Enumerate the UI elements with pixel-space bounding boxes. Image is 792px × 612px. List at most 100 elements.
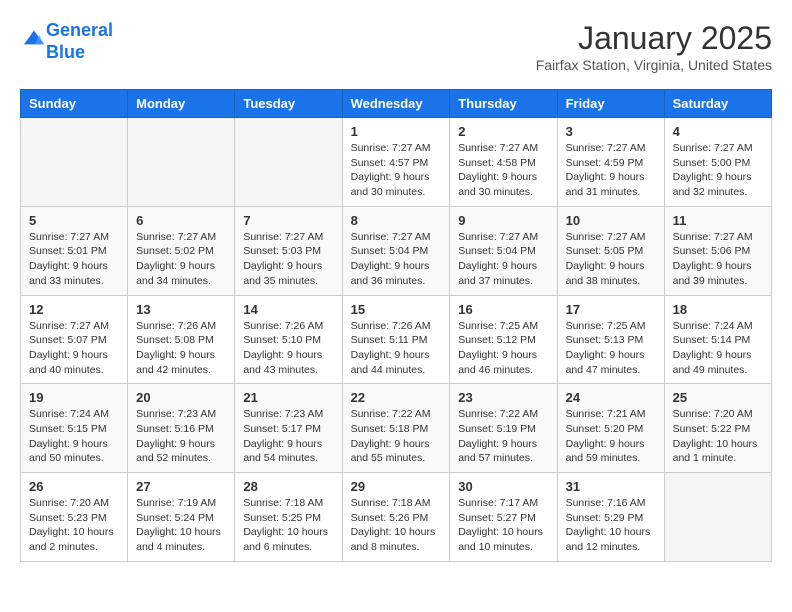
calendar-cell: 29 Sunrise: 7:18 AM Sunset: 5:26 PM Dayli…: [342, 473, 450, 562]
calendar-cell: 22 Sunrise: 7:22 AM Sunset: 5:18 PM Dayli…: [342, 384, 450, 473]
day-number: 1: [351, 124, 442, 139]
day-info: Sunrise: 7:27 AM Sunset: 5:05 PM Dayligh…: [566, 230, 656, 289]
day-number: 13: [136, 302, 226, 317]
day-number: 17: [566, 302, 656, 317]
page-header: General Blue January 2025 Fairfax Statio…: [20, 20, 772, 73]
day-number: 21: [243, 390, 333, 405]
day-number: 15: [351, 302, 442, 317]
calendar-cell: 18 Sunrise: 7:24 AM Sunset: 5:14 PM Dayli…: [664, 295, 771, 384]
calendar-cell: 15 Sunrise: 7:26 AM Sunset: 5:11 PM Dayli…: [342, 295, 450, 384]
day-info: Sunrise: 7:27 AM Sunset: 5:07 PM Dayligh…: [29, 319, 119, 378]
day-number: 24: [566, 390, 656, 405]
calendar-cell: [21, 118, 128, 207]
day-number: 8: [351, 213, 442, 228]
day-number: 29: [351, 479, 442, 494]
calendar-cell: 27Sunrise: 7:19 AM Sunset: 5:24 PM Dayli…: [128, 473, 235, 562]
weekday-header: Tuesday: [235, 90, 342, 118]
logo-icon: [22, 29, 46, 49]
calendar-cell: [664, 473, 771, 562]
day-info: Sunrise: 7:27 AM Sunset: 5:00 PM Dayligh…: [673, 141, 763, 200]
weekday-header: Monday: [128, 90, 235, 118]
calendar-cell: 21 Sunrise: 7:23 AM Sunset: 5:17 PM Dayli…: [235, 384, 342, 473]
day-info: Sunrise: 7:18 AM Sunset: 5:26 PM Dayligh…: [351, 496, 442, 555]
day-number: 5: [29, 213, 119, 228]
day-info: Sunrise: 7:23 AM Sunset: 5:17 PM Dayligh…: [243, 407, 333, 466]
weekday-header: Wednesday: [342, 90, 450, 118]
calendar-cell: 6Sunrise: 7:27 AM Sunset: 5:02 PM Daylig…: [128, 206, 235, 295]
calendar-cell: 14 Sunrise: 7:26 AM Sunset: 5:10 PM Dayli…: [235, 295, 342, 384]
day-number: 20: [136, 390, 226, 405]
calendar-cell: [235, 118, 342, 207]
day-number: 23: [458, 390, 548, 405]
day-info: Sunrise: 7:27 AM Sunset: 4:58 PM Dayligh…: [458, 141, 548, 200]
calendar-cell: 26 Sunrise: 7:20 AM Sunset: 5:23 PM Dayli…: [21, 473, 128, 562]
day-info: Sunrise: 7:24 AM Sunset: 5:15 PM Dayligh…: [29, 407, 119, 466]
calendar-cell: 12Sunrise: 7:27 AM Sunset: 5:07 PM Dayli…: [21, 295, 128, 384]
day-number: 14: [243, 302, 333, 317]
day-number: 2: [458, 124, 548, 139]
day-info: Sunrise: 7:17 AM Sunset: 5:27 PM Dayligh…: [458, 496, 548, 555]
calendar-cell: 30Sunrise: 7:17 AM Sunset: 5:27 PM Dayli…: [450, 473, 557, 562]
day-number: 26: [29, 479, 119, 494]
day-number: 25: [673, 390, 763, 405]
day-info: Sunrise: 7:18 AM Sunset: 5:25 PM Dayligh…: [243, 496, 333, 555]
day-info: Sunrise: 7:26 AM Sunset: 5:10 PM Dayligh…: [243, 319, 333, 378]
weekday-header: Sunday: [21, 90, 128, 118]
calendar: SundayMondayTuesdayWednesdayThursdayFrid…: [20, 89, 772, 562]
day-number: 22: [351, 390, 442, 405]
calendar-cell: 3 Sunrise: 7:27 AM Sunset: 4:59 PM Daylig…: [557, 118, 664, 207]
day-info: Sunrise: 7:27 AM Sunset: 5:02 PM Dayligh…: [136, 230, 226, 289]
calendar-cell: 13 Sunrise: 7:26 AM Sunset: 5:08 PM Dayli…: [128, 295, 235, 384]
day-info: Sunrise: 7:24 AM Sunset: 5:14 PM Dayligh…: [673, 319, 763, 378]
calendar-cell: 20 Sunrise: 7:23 AM Sunset: 5:16 PM Dayli…: [128, 384, 235, 473]
day-number: 31: [566, 479, 656, 494]
day-info: Sunrise: 7:22 AM Sunset: 5:18 PM Dayligh…: [351, 407, 442, 466]
day-number: 28: [243, 479, 333, 494]
day-info: Sunrise: 7:26 AM Sunset: 5:08 PM Dayligh…: [136, 319, 226, 378]
day-number: 7: [243, 213, 333, 228]
day-number: 3: [566, 124, 656, 139]
day-info: Sunrise: 7:20 AM Sunset: 5:22 PM Dayligh…: [673, 407, 763, 466]
day-info: Sunrise: 7:27 AM Sunset: 5:06 PM Dayligh…: [673, 230, 763, 289]
weekday-header: Thursday: [450, 90, 557, 118]
day-number: 4: [673, 124, 763, 139]
day-info: Sunrise: 7:22 AM Sunset: 5:19 PM Dayligh…: [458, 407, 548, 466]
calendar-cell: 1 Sunrise: 7:27 AM Sunset: 4:57 PM Daylig…: [342, 118, 450, 207]
calendar-cell: 31 Sunrise: 7:16 AM Sunset: 5:29 PM Dayli…: [557, 473, 664, 562]
day-number: 18: [673, 302, 763, 317]
title-block: January 2025 Fairfax Station, Virginia, …: [536, 20, 772, 73]
calendar-cell: 2 Sunrise: 7:27 AM Sunset: 4:58 PM Daylig…: [450, 118, 557, 207]
calendar-cell: 9Sunrise: 7:27 AM Sunset: 5:04 PM Daylig…: [450, 206, 557, 295]
day-info: Sunrise: 7:25 AM Sunset: 5:13 PM Dayligh…: [566, 319, 656, 378]
calendar-cell: 17 Sunrise: 7:25 AM Sunset: 5:13 PM Dayli…: [557, 295, 664, 384]
calendar-cell: 23 Sunrise: 7:22 AM Sunset: 5:19 PM Dayli…: [450, 384, 557, 473]
calendar-cell: 19 Sunrise: 7:24 AM Sunset: 5:15 PM Dayli…: [21, 384, 128, 473]
day-info: Sunrise: 7:23 AM Sunset: 5:16 PM Dayligh…: [136, 407, 226, 466]
calendar-cell: 28 Sunrise: 7:18 AM Sunset: 5:25 PM Dayli…: [235, 473, 342, 562]
day-info: Sunrise: 7:27 AM Sunset: 5:04 PM Dayligh…: [458, 230, 548, 289]
logo: General Blue: [20, 20, 113, 63]
day-info: Sunrise: 7:16 AM Sunset: 5:29 PM Dayligh…: [566, 496, 656, 555]
day-info: Sunrise: 7:27 AM Sunset: 5:01 PM Dayligh…: [29, 230, 119, 289]
day-info: Sunrise: 7:27 AM Sunset: 4:57 PM Dayligh…: [351, 141, 442, 200]
day-number: 19: [29, 390, 119, 405]
day-info: Sunrise: 7:27 AM Sunset: 4:59 PM Dayligh…: [566, 141, 656, 200]
day-number: 11: [673, 213, 763, 228]
calendar-cell: 25 Sunrise: 7:20 AM Sunset: 5:22 PM Dayli…: [664, 384, 771, 473]
weekday-header: Friday: [557, 90, 664, 118]
calendar-cell: 5 Sunrise: 7:27 AM Sunset: 5:01 PM Daylig…: [21, 206, 128, 295]
calendar-cell: 11 Sunrise: 7:27 AM Sunset: 5:06 PM Dayli…: [664, 206, 771, 295]
day-number: 16: [458, 302, 548, 317]
day-info: Sunrise: 7:21 AM Sunset: 5:20 PM Dayligh…: [566, 407, 656, 466]
day-info: Sunrise: 7:20 AM Sunset: 5:23 PM Dayligh…: [29, 496, 119, 555]
day-info: Sunrise: 7:25 AM Sunset: 5:12 PM Dayligh…: [458, 319, 548, 378]
day-info: Sunrise: 7:26 AM Sunset: 5:11 PM Dayligh…: [351, 319, 442, 378]
calendar-cell: 24 Sunrise: 7:21 AM Sunset: 5:20 PM Dayli…: [557, 384, 664, 473]
location: Fairfax Station, Virginia, United States: [536, 57, 772, 73]
calendar-cell: 8 Sunrise: 7:27 AM Sunset: 5:04 PM Daylig…: [342, 206, 450, 295]
logo-text: General Blue: [46, 20, 113, 63]
day-number: 10: [566, 213, 656, 228]
day-info: Sunrise: 7:27 AM Sunset: 5:04 PM Dayligh…: [351, 230, 442, 289]
calendar-cell: 10 Sunrise: 7:27 AM Sunset: 5:05 PM Dayli…: [557, 206, 664, 295]
weekday-header: Saturday: [664, 90, 771, 118]
